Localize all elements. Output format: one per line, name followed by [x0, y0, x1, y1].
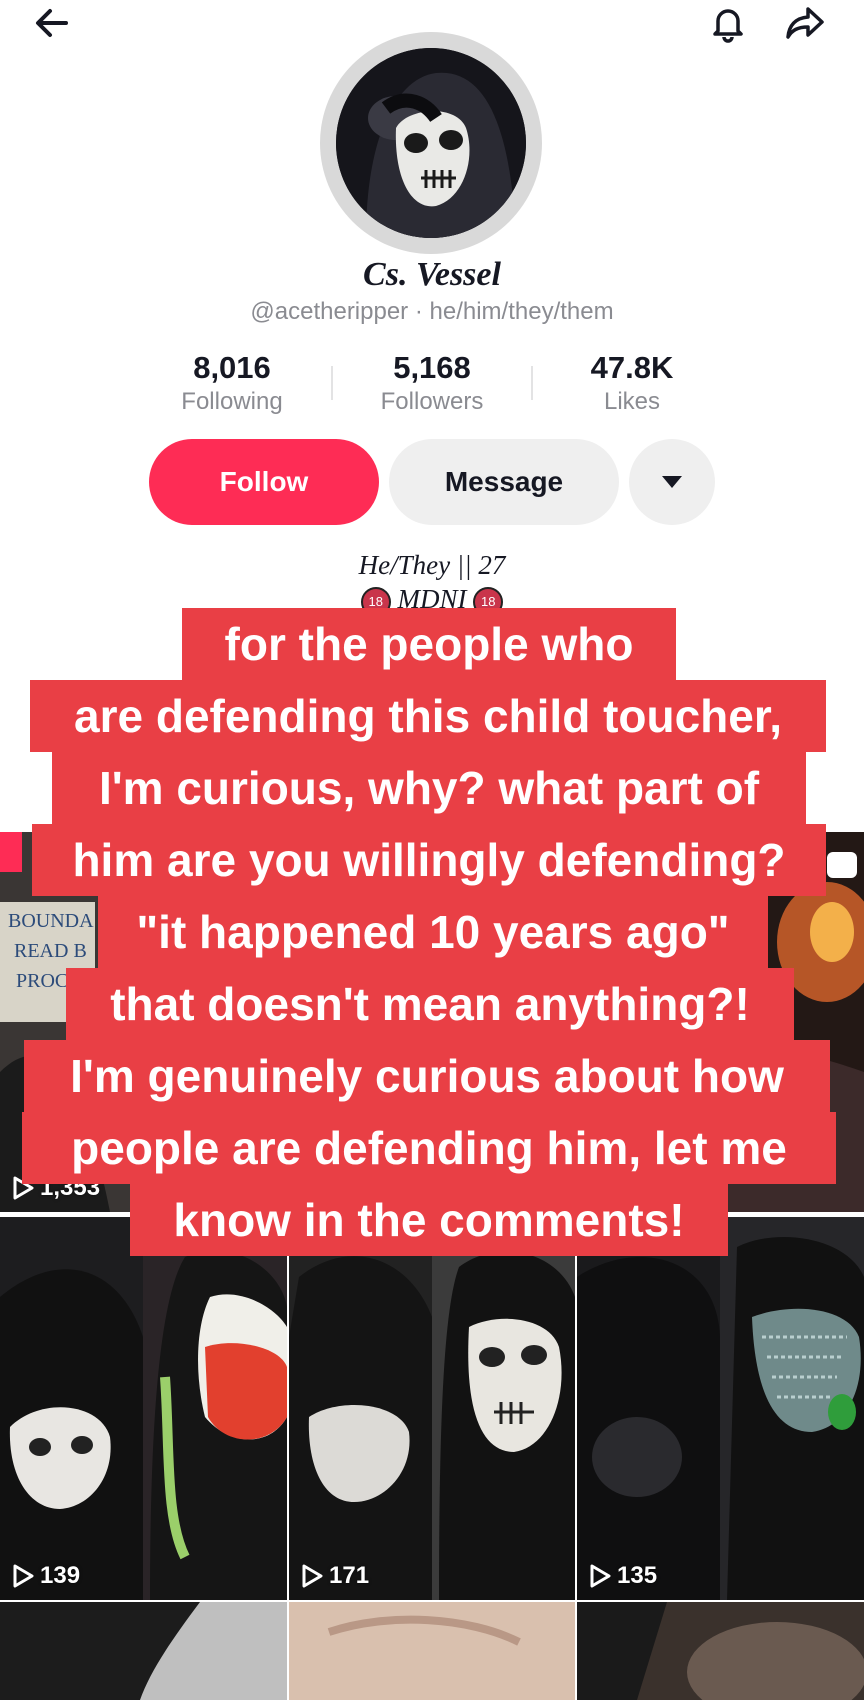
share-arrow-icon	[786, 7, 824, 39]
caption-line: are defending this child toucher,	[30, 680, 826, 752]
view-count: 139	[12, 1562, 80, 1590]
caption-line: for the people who	[182, 608, 676, 680]
caption-line: people are defending him, let me	[22, 1112, 836, 1184]
play-icon	[302, 1564, 323, 1588]
follow-button[interactable]: Follow	[149, 439, 379, 525]
arrow-left-icon	[36, 9, 68, 37]
more-options-button[interactable]	[629, 439, 715, 525]
view-count-value: 139	[40, 1562, 81, 1589]
display-name: Cs. Vessel	[363, 256, 501, 293]
view-count: 171	[301, 1562, 369, 1590]
message-button[interactable]: Message	[389, 439, 619, 525]
play-icon	[13, 1564, 34, 1588]
followers-label: Followers	[380, 388, 484, 415]
video-tile[interactable]	[0, 1602, 287, 1700]
caption-line: know in the comments!	[130, 1184, 728, 1256]
play-icon	[590, 1564, 611, 1588]
followers-count: 5,168	[393, 350, 471, 385]
stat-followers[interactable]: 5,168 Followers	[332, 350, 532, 416]
video-tile[interactable]: 135	[577, 1217, 864, 1600]
stat-following[interactable]: 8,016 Following	[132, 350, 332, 416]
view-count: 135	[589, 1562, 657, 1590]
view-count-value: 171	[329, 1562, 370, 1589]
caption-line: I'm genuinely curious about how	[24, 1040, 830, 1112]
caret-down-icon	[662, 476, 682, 488]
likes-count: 47.8K	[590, 350, 674, 385]
video-tile[interactable]: 171	[289, 1217, 575, 1600]
thumb-text: READ B	[14, 940, 87, 962]
following-count: 8,016	[193, 350, 271, 385]
video-tile[interactable]: 139	[0, 1217, 287, 1600]
username-pronouns: @acetheripper · he/him/they/them	[250, 298, 614, 325]
share-button[interactable]	[776, 0, 836, 46]
following-label: Following	[181, 388, 283, 415]
view-count-value: 135	[617, 1562, 658, 1589]
notification-bell-button[interactable]	[698, 0, 758, 46]
caption-line: "it happened 10 years ago"	[98, 896, 768, 968]
back-button[interactable]	[22, 0, 82, 46]
video-tile[interactable]	[289, 1602, 575, 1700]
bell-icon	[713, 9, 743, 43]
thumb-text: BOUNDA	[8, 910, 94, 932]
avatar[interactable]	[336, 48, 526, 238]
caption-line: that doesn't mean anything?!	[66, 968, 794, 1040]
stat-likes[interactable]: 47.8K Likes	[532, 350, 732, 416]
video-tile[interactable]	[577, 1602, 864, 1700]
caption-line: I'm curious, why? what part of	[52, 752, 806, 824]
caption-line: him are you willingly defending?	[32, 824, 826, 896]
likes-label: Likes	[603, 388, 661, 415]
bio-line-1: He/They || 27	[358, 550, 506, 580]
